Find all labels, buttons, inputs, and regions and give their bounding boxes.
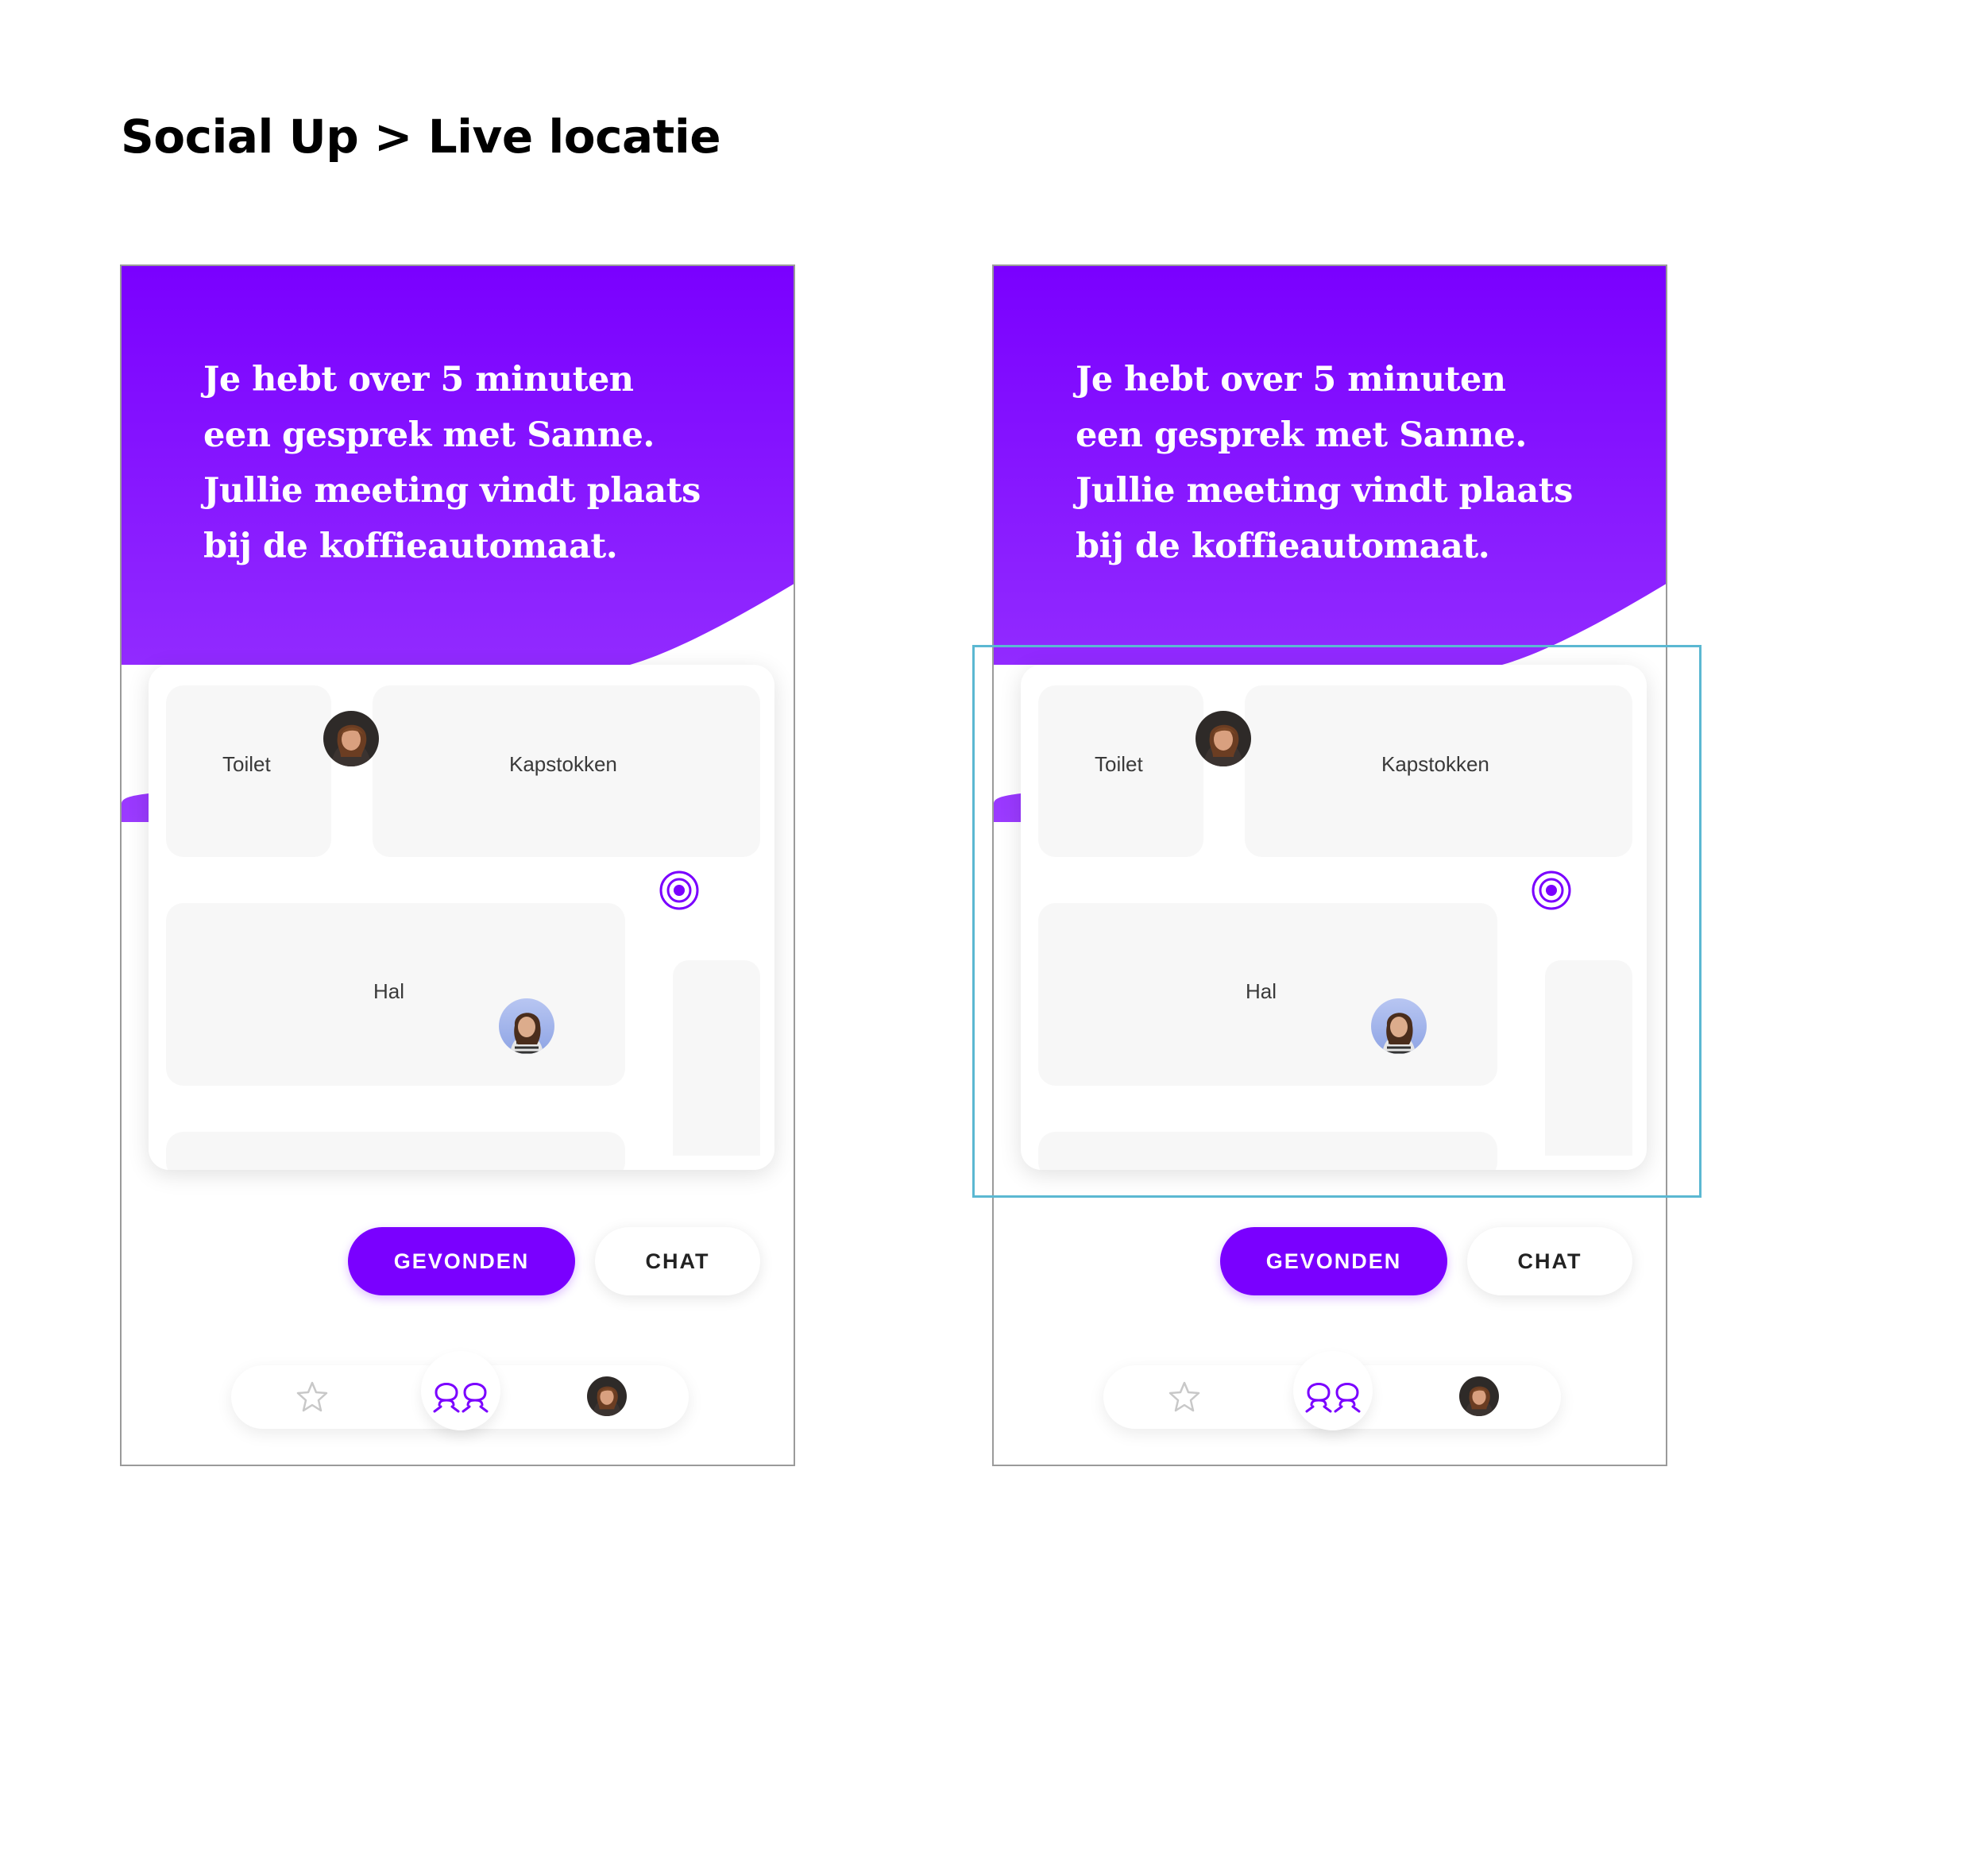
avatar-user[interactable] (499, 998, 554, 1054)
nav-people[interactable] (429, 1370, 492, 1418)
target-icon[interactable] (659, 870, 700, 911)
found-button[interactable]: GEVONDEN (348, 1227, 575, 1295)
map-card[interactable]: Toilet Kapstokken Hal (149, 665, 774, 1170)
found-button[interactable]: GEVONDEN (1220, 1227, 1447, 1295)
nav-favorites[interactable] (288, 1373, 336, 1421)
hero-message: Je hebt over 5 minuten een gesprek met S… (203, 360, 701, 566)
nav-favorites[interactable] (1161, 1373, 1208, 1421)
profile-avatar (1459, 1376, 1499, 1416)
phone-screen: Je hebt over 5 minuten een gesprek met S… (120, 264, 795, 1466)
room-label-coats: Kapstokken (509, 752, 617, 776)
nav-profile[interactable] (587, 1376, 627, 1416)
chat-button[interactable]: CHAT (1467, 1227, 1632, 1295)
nav-people[interactable] (1301, 1370, 1365, 1418)
star-icon (1168, 1381, 1200, 1412)
star-icon (296, 1381, 328, 1412)
page-title: Social Up > Live locatie (121, 110, 721, 164)
chat-button[interactable]: CHAT (595, 1227, 760, 1295)
room-bottom (166, 1132, 625, 1170)
room-side (673, 960, 760, 1156)
hero-message: Je hebt over 5 minuten een gesprek met S… (1076, 360, 1573, 566)
highlight-frame (972, 645, 1702, 1198)
room-label-hall: Hal (373, 979, 405, 1003)
profile-avatar (587, 1376, 627, 1416)
people-icon (433, 1383, 489, 1413)
avatar-sanne[interactable] (323, 711, 379, 766)
people-icon (1305, 1383, 1361, 1413)
room-label-toilet: Toilet (222, 752, 271, 776)
nav-profile[interactable] (1459, 1376, 1499, 1416)
